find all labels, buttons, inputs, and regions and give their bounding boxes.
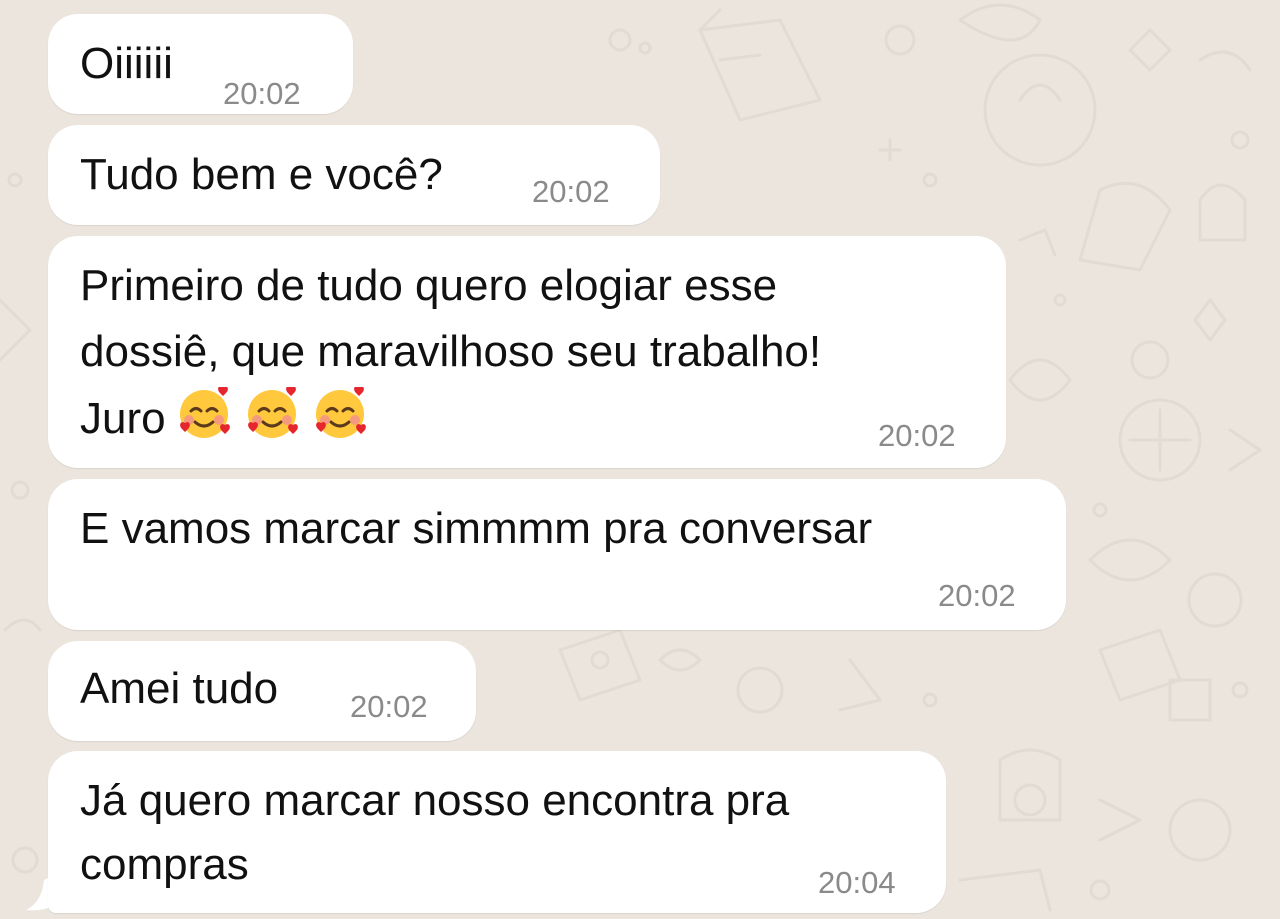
message-text: E vamos marcar simmmm pra conversar — [80, 504, 873, 553]
smiling-face-with-hearts-icon — [242, 387, 302, 441]
message-bubble[interactable]: Já quero marcar nosso encontra pra compr… — [48, 751, 946, 913]
message-text-juro: Juro — [80, 394, 166, 443]
smiling-face-with-hearts-icon — [310, 387, 370, 441]
smiling-face-with-hearts-icon — [174, 387, 234, 441]
message-text-line: Juro — [80, 387, 370, 450]
message-timestamp: 20:02 — [223, 76, 301, 111]
message-text-line: dossiê, que maravilhoso seu trabalho! — [80, 327, 822, 376]
message-bubble[interactable]: E vamos marcar simmmm pra conversar 20:0… — [48, 479, 1066, 630]
message-text-line: compras — [80, 840, 249, 889]
message-text: Oiiiiii — [80, 39, 173, 88]
message-timestamp: 20:02 — [532, 174, 610, 209]
message-bubble[interactable]: Amei tudo 20:02 — [48, 641, 476, 741]
message-text-line: Já quero marcar nosso encontra pra — [80, 776, 790, 825]
message-timestamp: 20:02 — [938, 578, 1016, 613]
message-bubble[interactable]: Tudo bem e você? 20:02 — [48, 125, 660, 225]
message-timestamp: 20:02 — [350, 689, 428, 724]
chat-thread: Oiiiiii 20:02 Tudo bem e você? 20:02 Pri… — [0, 0, 1280, 919]
message-bubble[interactable]: Oiiiiii 20:02 — [48, 14, 353, 114]
message-timestamp: 20:02 — [878, 418, 956, 453]
message-timestamp: 20:04 — [818, 865, 896, 900]
message-bubble[interactable]: Primeiro de tudo quero elogiar esse doss… — [48, 236, 1006, 468]
message-text: Amei tudo — [80, 664, 279, 713]
message-text-line: Primeiro de tudo quero elogiar esse — [80, 261, 778, 310]
message-text: Tudo bem e você? — [80, 150, 443, 199]
